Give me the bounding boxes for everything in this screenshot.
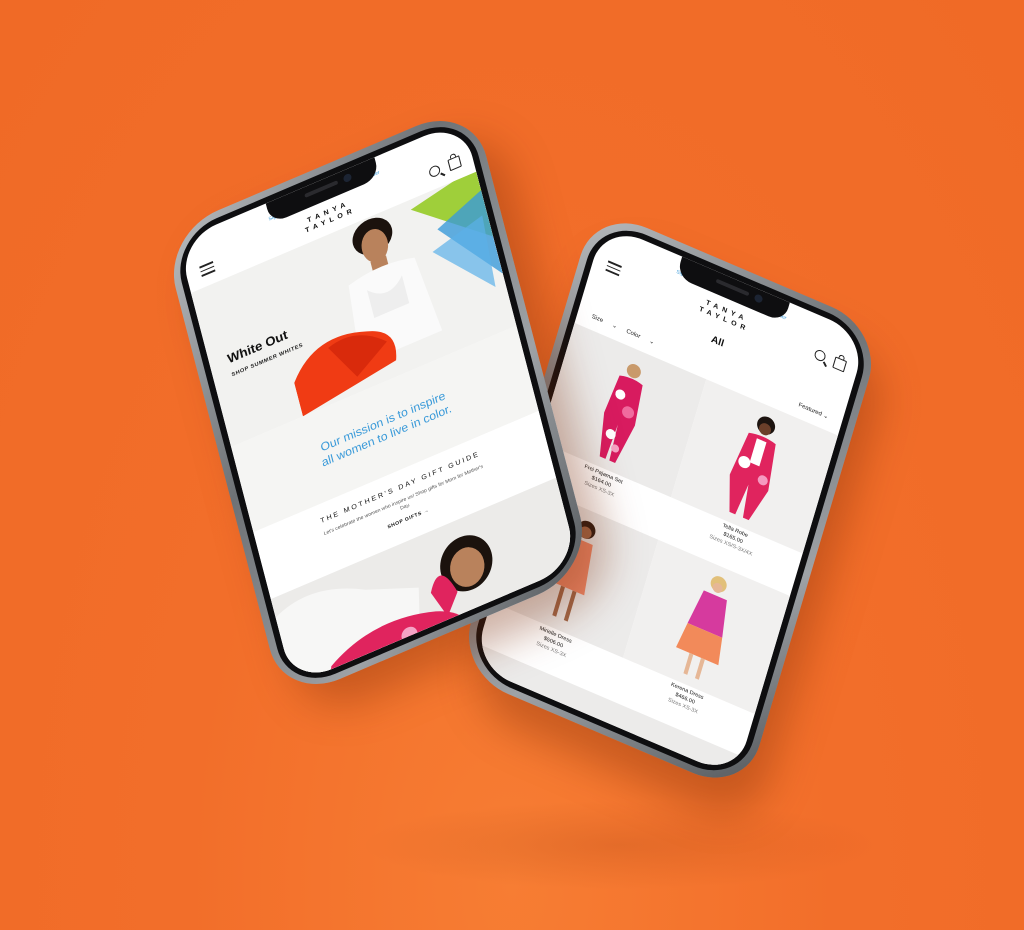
bag-icon[interactable] <box>832 356 848 373</box>
menu-icon[interactable] <box>605 260 622 278</box>
floor-shadow <box>360 800 880 890</box>
size-filter[interactable]: Size ⌄ <box>591 314 618 330</box>
sort-dropdown[interactable]: Featured ⌄ <box>798 401 829 420</box>
bag-icon[interactable] <box>447 155 462 172</box>
search-icon[interactable] <box>813 348 827 363</box>
home-screen: Sign up for our emails to receive 15% of… <box>177 119 579 686</box>
menu-icon[interactable] <box>199 261 216 279</box>
color-filter[interactable]: Color ⌄ <box>625 329 655 346</box>
search-icon[interactable] <box>427 163 442 179</box>
